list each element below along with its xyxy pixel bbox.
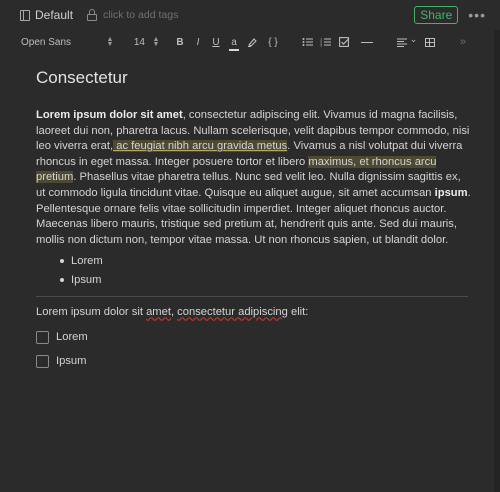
font-size-select[interactable]: 14	[125, 37, 145, 48]
horizontal-rule	[36, 296, 468, 298]
checkbox[interactable]	[36, 330, 49, 344]
list-item: Lorem	[60, 252, 472, 271]
checklist-item-label: Ipsum	[56, 355, 87, 368]
tag-lock-icon	[87, 9, 98, 21]
highlighter-icon[interactable]	[243, 37, 261, 47]
checklist: Lorem Ipsum	[36, 325, 472, 373]
code-block-button[interactable]: { }	[261, 37, 285, 48]
align-dropdown[interactable]: ⌄	[395, 34, 419, 47]
text-run: consectetur adipiscing	[177, 306, 288, 319]
bulleted-list: Lorem Ipsum	[36, 252, 472, 290]
underline-button[interactable]: U	[207, 37, 225, 48]
share-button[interactable]: Share	[414, 6, 459, 24]
italic-button[interactable]: I	[189, 37, 207, 48]
formatting-toolbar: Open Sans ▲ ▼ 14 ▲ ▼ B I U a { } 123 ⌄ »	[0, 30, 500, 54]
scrollbar[interactable]	[494, 30, 500, 492]
checkbox[interactable]	[36, 354, 49, 368]
numbered-list-icon[interactable]: 123	[317, 37, 335, 47]
text-color-button[interactable]: a	[225, 37, 243, 51]
bold-button[interactable]: B	[171, 37, 189, 48]
horizontal-rule-icon[interactable]	[361, 41, 373, 43]
toolbar-overflow-icon[interactable]: »	[460, 36, 466, 48]
checklist-item-label: Lorem	[56, 331, 88, 344]
text-run: elit:	[287, 306, 309, 319]
notebook-icon	[20, 9, 30, 21]
note-title[interactable]: Consectetur	[36, 68, 472, 88]
note-paragraph-2[interactable]: Lorem ipsum dolor sit amet, consectetur …	[36, 305, 472, 320]
list-item: Ipsum	[60, 271, 472, 290]
checkbox-list-icon[interactable]	[335, 37, 353, 47]
svg-text:3: 3	[320, 44, 322, 48]
more-options-icon[interactable]: •••	[468, 7, 486, 23]
chevron-down-icon: ⌄	[409, 34, 418, 44]
note-body[interactable]: Consectetur Lorem ipsum dolor sit amet, …	[36, 56, 472, 373]
text-run: ipsum	[434, 186, 468, 199]
text-run: . Phasellus vitae pharetra tellus. Nunc …	[36, 171, 461, 199]
checklist-item: Lorem	[36, 325, 472, 349]
font-family-select[interactable]: Open Sans	[21, 37, 103, 48]
text-run: ac feugiat nibh arcu gravida metus	[113, 140, 288, 153]
tags-input[interactable]: click to add tags	[103, 9, 178, 21]
font-family-stepper-icon[interactable]: ▲ ▼	[103, 36, 117, 48]
checklist-item: Ipsum	[36, 349, 472, 373]
note-header-bar: Default click to add tags Share •••	[0, 0, 500, 30]
font-size-stepper-icon[interactable]: ▲ ▼	[149, 36, 163, 48]
text-run: Lorem ipsum dolor sit amet	[36, 109, 183, 121]
text-run: amet	[146, 306, 171, 319]
note-paragraph[interactable]: Lorem ipsum dolor sit amet, consectetur …	[36, 108, 472, 248]
bulleted-list-icon[interactable]	[299, 37, 317, 47]
notebook-selector[interactable]: Default	[35, 8, 73, 22]
text-run: Lorem ipsum dolor sit	[36, 306, 147, 319]
table-icon[interactable]	[425, 37, 435, 47]
note-editor-window: Default click to add tags Share ••• Open…	[0, 0, 500, 492]
